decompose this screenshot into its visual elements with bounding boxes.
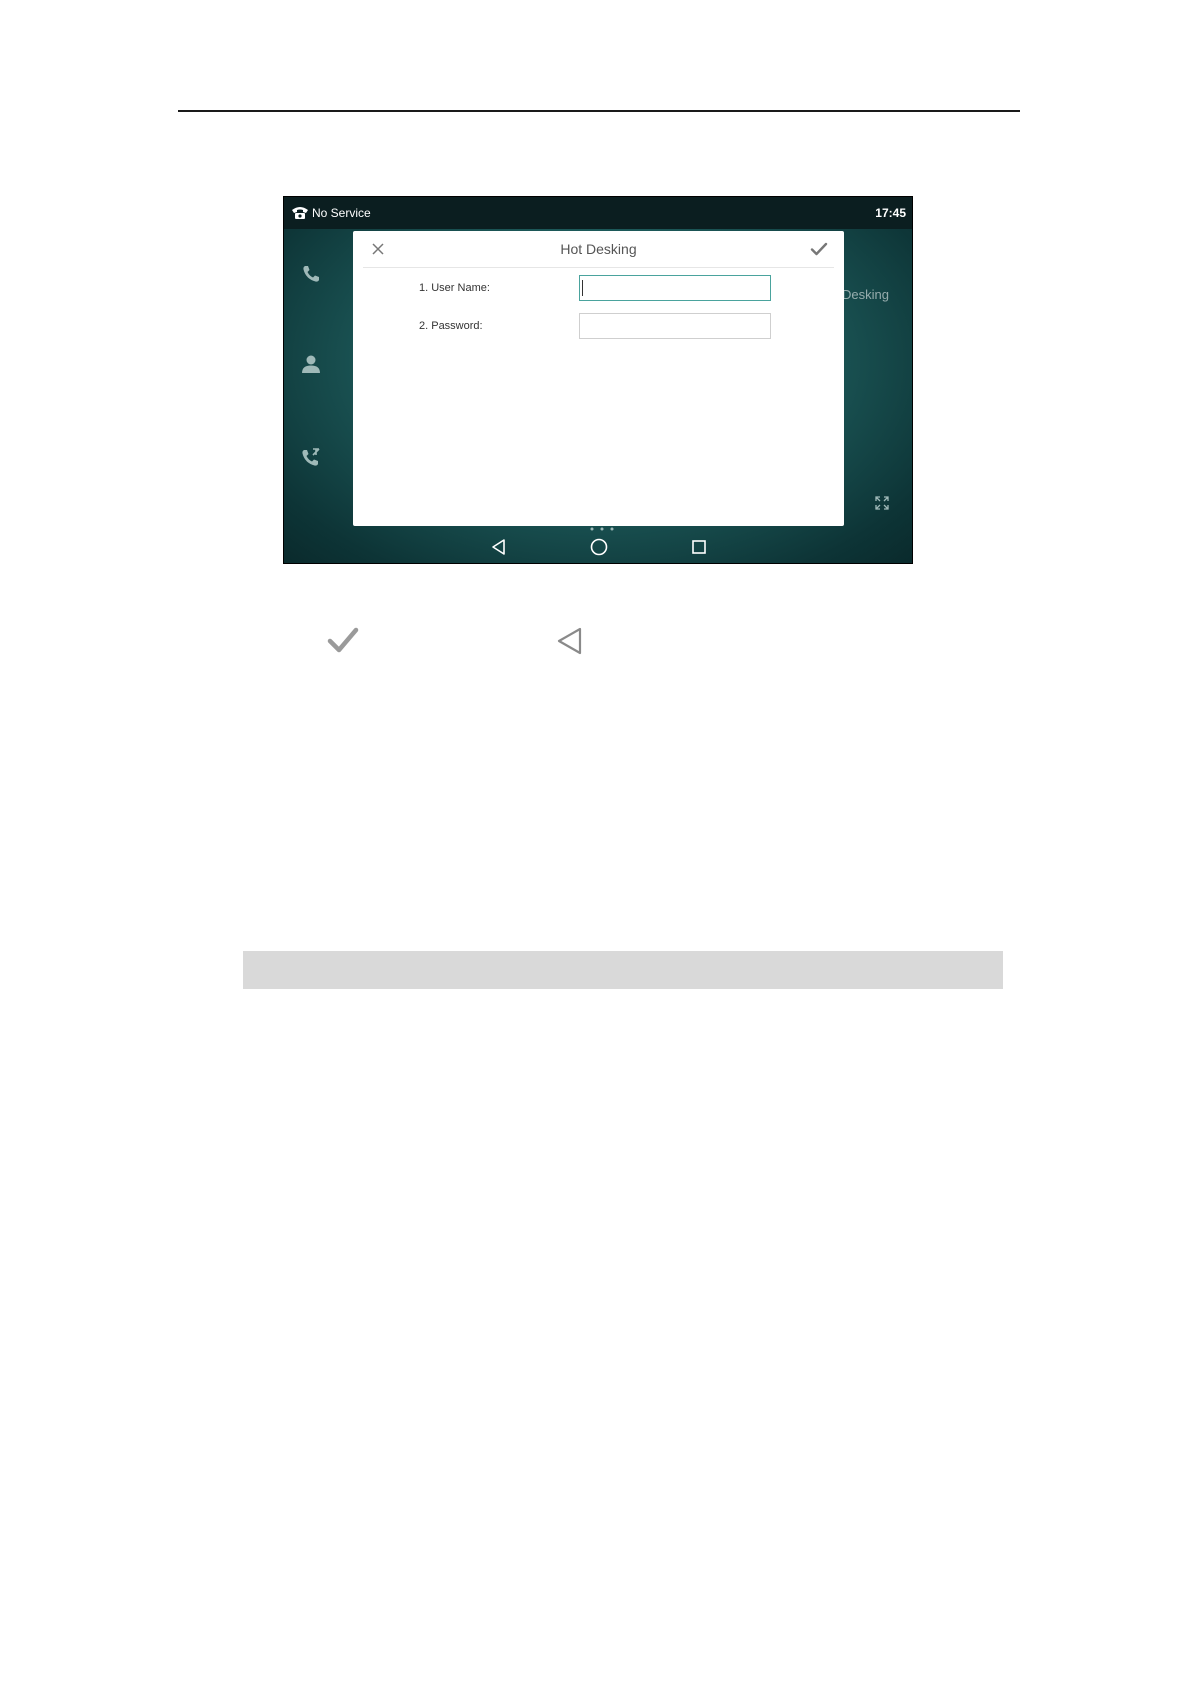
- section-band: [243, 951, 1003, 989]
- password-input[interactable]: [579, 313, 771, 339]
- home-icon[interactable]: [589, 537, 609, 557]
- phone-handset-icon: [292, 207, 308, 219]
- hot-desking-dialog: Hot Desking 1. User Name: 2. Password:: [353, 231, 844, 526]
- navigation-bar: [284, 529, 912, 563]
- user-name-input[interactable]: [579, 275, 771, 301]
- expand-icon[interactable]: [874, 495, 890, 511]
- back-icon: [557, 627, 582, 655]
- page-header-rule: [178, 110, 1020, 112]
- phone-icon[interactable]: [300, 263, 322, 285]
- status-bar: No Service 17:45: [284, 197, 912, 229]
- password-label: 2. Password:: [419, 320, 483, 332]
- dialog-header: Hot Desking: [353, 231, 844, 267]
- back-icon[interactable]: [489, 537, 509, 557]
- user-name-label: 1. User Name:: [419, 282, 490, 294]
- dialog-divider: [363, 267, 834, 268]
- call-history-icon[interactable]: [300, 446, 322, 468]
- dialog-title: Hot Desking: [560, 241, 637, 257]
- contacts-icon[interactable]: [300, 353, 322, 375]
- check-icon[interactable]: [810, 241, 828, 257]
- phone-screen: No Service 17:45 Desking Hot Desking 1. …: [283, 196, 913, 564]
- clock: 17:45: [875, 206, 906, 220]
- check-icon: [327, 627, 359, 653]
- service-status: No Service: [312, 206, 371, 220]
- text-caret: [582, 280, 583, 296]
- recents-icon[interactable]: [689, 537, 709, 557]
- background-app-label: Desking: [842, 287, 889, 302]
